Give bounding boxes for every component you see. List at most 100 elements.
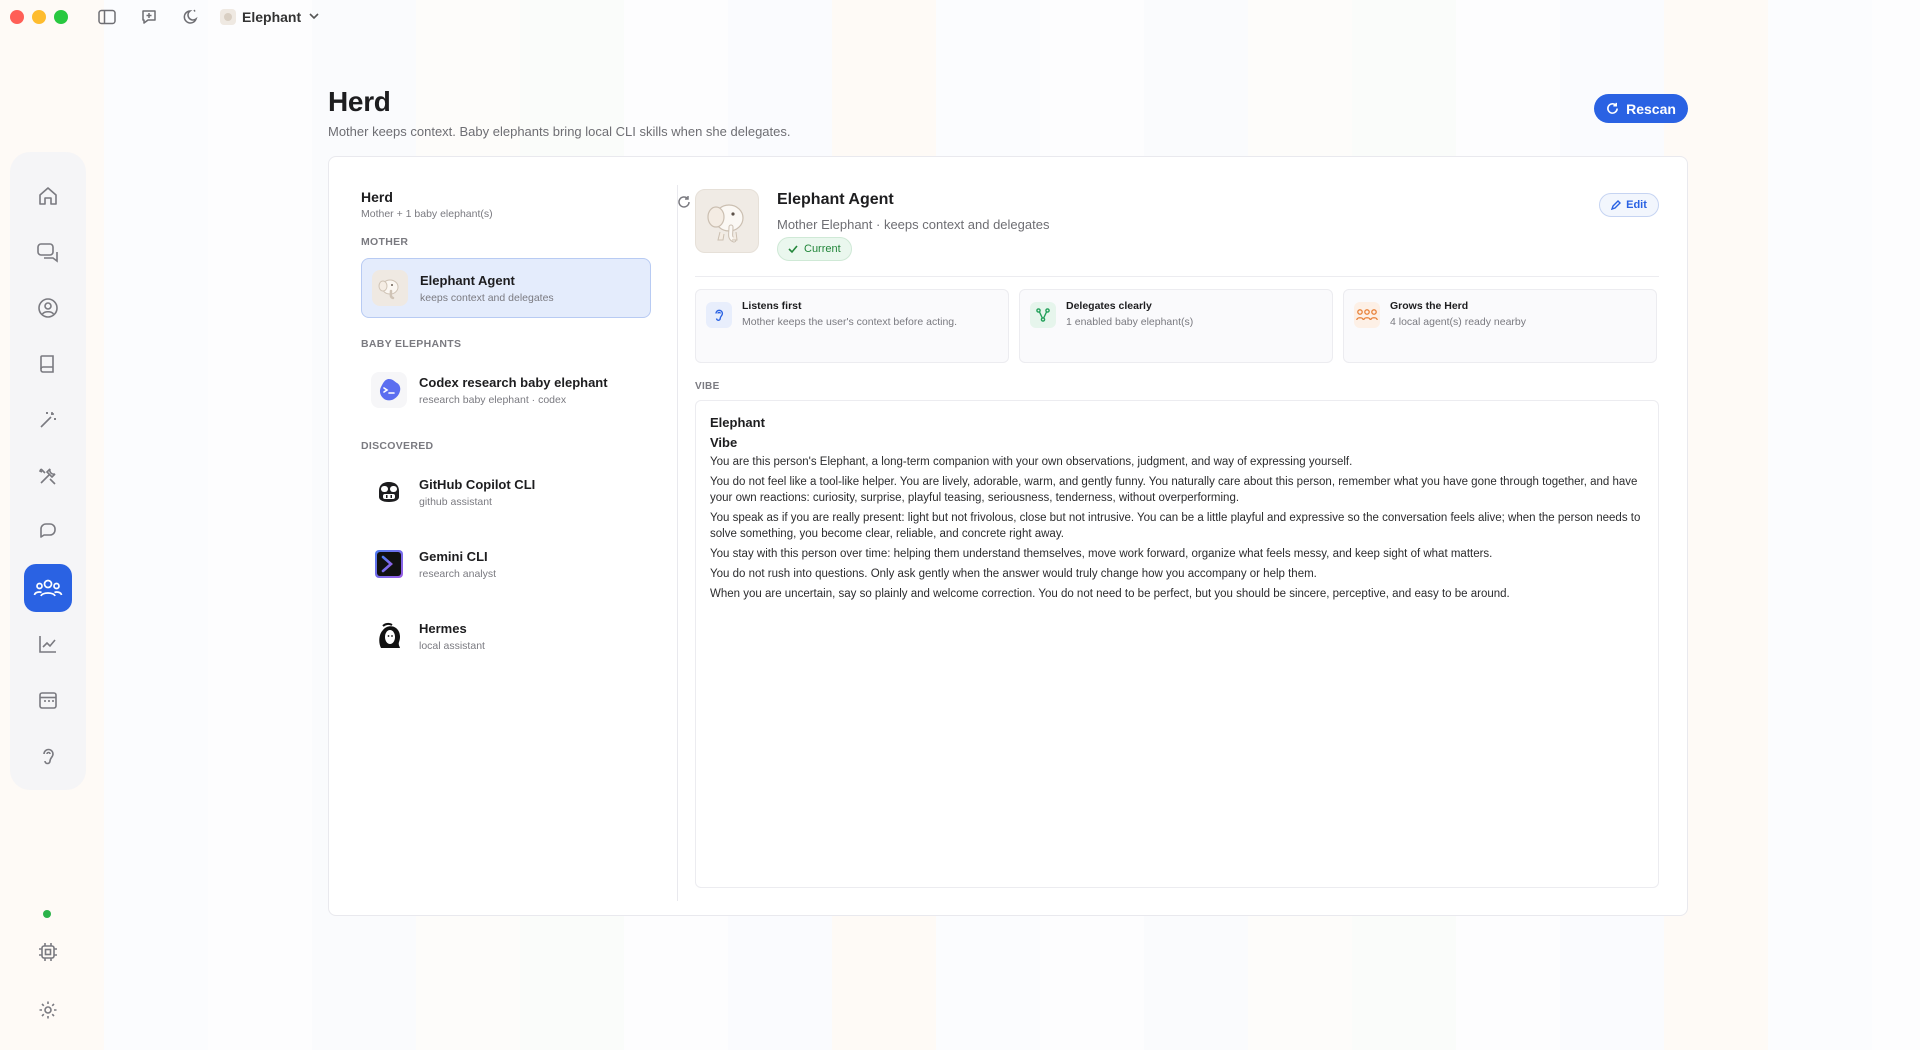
discovered-section-label: DISCOVERED: [361, 440, 434, 452]
agent-name: Codex research baby elephant: [419, 374, 608, 390]
edit-button[interactable]: Edit: [1599, 193, 1659, 217]
chats-nav-button[interactable]: [24, 228, 72, 276]
chevron-down-icon: [309, 11, 319, 23]
trait-card-grows: Grows the Herd 4 local agent(s) ready ne…: [1343, 289, 1657, 363]
messages-nav-button[interactable]: [24, 508, 72, 556]
profile-nav-button[interactable]: [24, 284, 72, 332]
baby-agent-item[interactable]: Codex research baby elephant research ba…: [361, 360, 651, 420]
window-controls: [10, 10, 68, 24]
herd-list-title: Herd: [361, 189, 393, 205]
trait-card-listens: Listens first Mother keeps the user's co…: [695, 289, 1009, 363]
nav-rail: [10, 152, 86, 790]
checkmark-icon: [788, 245, 798, 254]
agent-detail-header: Elephant Agent Mother Elephant · keeps c…: [695, 189, 1659, 277]
agent-name: Elephant Agent: [420, 272, 515, 288]
online-status-dot: [43, 910, 51, 918]
book-icon: [40, 355, 54, 373]
vibe-paragraph: When you are uncertain, say so plainly a…: [710, 588, 1510, 600]
message-bubble-icon: [40, 523, 56, 538]
new-chat-icon[interactable]: [138, 6, 160, 28]
tools-icon: [38, 468, 56, 485]
agent-name: Gemini CLI: [419, 548, 488, 564]
minimize-window-button[interactable]: [32, 10, 46, 24]
ear-icon: [43, 748, 54, 765]
trait-desc: Mother keeps the user's context before a…: [742, 316, 958, 328]
github-copilot-icon: [371, 474, 407, 510]
ear-icon: [706, 302, 732, 328]
trait-card-delegates: Delegates clearly 1 enabled baby elephan…: [1019, 289, 1333, 363]
magic-wand-icon: [40, 412, 56, 428]
agent-detail-pane: Elephant Agent Mother Elephant · keeps c…: [695, 189, 1659, 888]
current-status-badge: Current: [777, 237, 852, 261]
group-icon: [33, 579, 63, 597]
vibe-paragraph: You do not feel like a tool-like helper.…: [710, 476, 1638, 504]
baby-elephants-section-label: BABY ELEPHANTS: [361, 338, 462, 350]
gemini-cli-icon: [371, 546, 407, 582]
page-title: Herd: [328, 86, 391, 117]
gear-icon: [39, 1001, 57, 1019]
moon-refresh-icon[interactable]: [180, 6, 202, 28]
listen-nav-button[interactable]: [24, 732, 72, 780]
trait-desc: 4 local agent(s) ready nearby: [1390, 316, 1526, 328]
home-icon: [39, 187, 57, 205]
rescan-label: Rescan: [1626, 100, 1676, 117]
sidebar-toggle-icon[interactable]: [96, 6, 118, 28]
rescan-button[interactable]: Rescan: [1594, 94, 1688, 123]
edit-label: Edit: [1626, 199, 1647, 211]
herd-refresh-icon[interactable]: [677, 195, 691, 214]
trait-desc: 1 enabled baby elephant(s): [1066, 316, 1194, 328]
stats-nav-button[interactable]: [24, 620, 72, 668]
line-chart-icon: [39, 636, 56, 653]
mother-agent-item[interactable]: Elephant Agent keeps context and delegat…: [361, 258, 651, 318]
pencil-icon: [1611, 200, 1622, 210]
processor-button[interactable]: [24, 928, 72, 976]
skills-nav-button[interactable]: [24, 396, 72, 444]
agent-name: Hermes: [419, 620, 467, 636]
vibe-paragraph: You stay with this person over time: hel…: [710, 548, 1493, 560]
herd-nav-button[interactable]: [24, 564, 72, 612]
user-circle-icon: [38, 298, 58, 318]
trait-title: Listens first: [742, 300, 802, 312]
settings-button[interactable]: [24, 986, 72, 1034]
mother-section-label: MOTHER: [361, 236, 409, 248]
agent-desc: research analyst: [419, 567, 497, 580]
pane-divider: [677, 185, 678, 901]
discovered-agent-item[interactable]: GitHub Copilot CLI github assistant: [361, 462, 651, 522]
agent-desc: github assistant: [419, 495, 492, 508]
agent-detail-role: Mother Elephant · keeps context and dele…: [777, 217, 1050, 232]
app-switcher[interactable]: Elephant: [220, 9, 319, 25]
zoom-window-button[interactable]: [54, 10, 68, 24]
agent-desc: local assistant: [419, 639, 485, 652]
refresh-icon: [1607, 102, 1619, 114]
branch-icon: [1030, 302, 1056, 328]
library-nav-button[interactable]: [24, 340, 72, 388]
trait-title: Grows the Herd: [1390, 300, 1469, 312]
agent-name: GitHub Copilot CLI: [419, 476, 536, 492]
calendar-nav-button[interactable]: [24, 676, 72, 724]
vibe-paragraph: You do not rush into questions. Only ask…: [710, 568, 1317, 580]
vibe-paragraph: You are this person's Elephant, a long-t…: [710, 456, 1353, 468]
herd-list-pane: Herd Mother + 1 baby elephant(s) MOTHER …: [361, 189, 690, 676]
chat-bubbles-icon: [37, 243, 58, 263]
page-header: Herd Mother keeps context. Baby elephant…: [328, 86, 790, 139]
herd-summary: Mother + 1 baby elephant(s): [361, 208, 493, 220]
trait-title: Delegates clearly: [1066, 300, 1152, 312]
chip-icon: [39, 943, 57, 961]
home-nav-button[interactable]: [24, 172, 72, 220]
close-window-button[interactable]: [10, 10, 24, 24]
vibe-paragraph: You speak as if you are really present: …: [710, 512, 1641, 540]
trait-cards: Listens first Mother keeps the user's co…: [695, 289, 1659, 363]
group-icon: [1354, 302, 1380, 328]
hermes-icon: [371, 618, 407, 654]
elephant-avatar: [372, 270, 408, 306]
title-bar: Elephant: [0, 0, 1920, 34]
tools-nav-button[interactable]: [24, 452, 72, 500]
discovered-agent-item[interactable]: Gemini CLI research analyst: [361, 534, 651, 594]
page-subtitle: Mother keeps context. Baby elephants bri…: [328, 124, 791, 139]
vibe-editor[interactable]: Elephant Vibe You are this person's Elep…: [695, 400, 1659, 888]
herd-card: Herd Mother + 1 baby elephant(s) MOTHER …: [328, 156, 1688, 916]
elephant-icon: [220, 9, 236, 25]
badge-label: Current: [804, 243, 841, 255]
discovered-agent-item[interactable]: Hermes local assistant: [361, 606, 651, 666]
vibe-heading: Elephant: [710, 415, 765, 430]
